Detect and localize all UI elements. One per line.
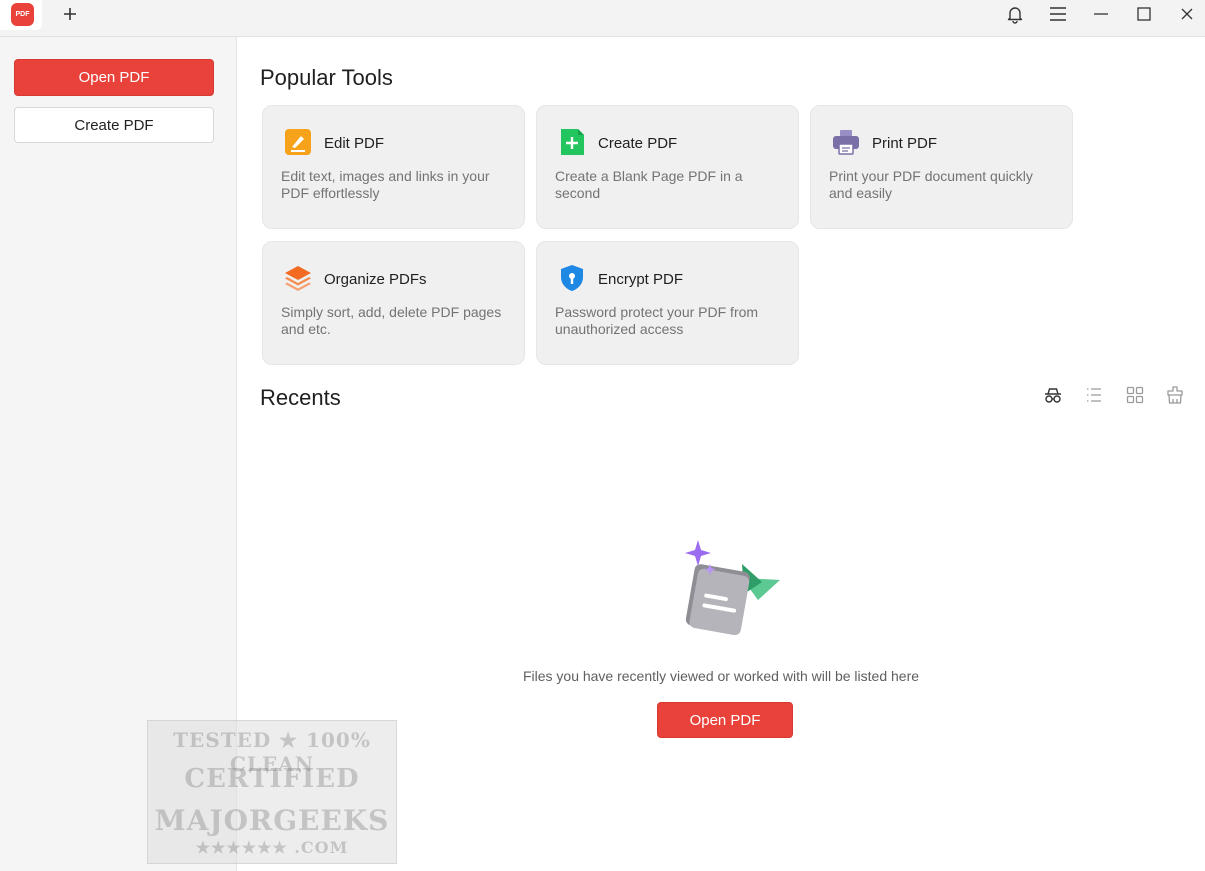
tool-title: Print PDF [872,135,938,152]
tool-card-print-pdf[interactable]: Print PDF Print your PDF document quickl… [810,105,1073,229]
create-icon [561,129,584,155]
tool-description: Password protect your PDF from unauthori… [555,304,759,337]
create-pdf-button[interactable]: Create PDF [14,107,214,143]
open-pdf-button[interactable]: Open PDF [14,59,214,96]
tool-description: Print your PDF document quickly and easi… [829,168,1033,201]
tool-description: Create a Blank Page PDF in a second [555,168,743,201]
maximize-button[interactable] [1129,2,1159,26]
close-icon [1181,8,1193,20]
plus-icon [64,8,76,20]
tool-title: Edit PDF [324,135,385,152]
recents-title: Recents [260,385,341,410]
incognito-icon[interactable] [1043,385,1063,405]
title-bar: PDF [0,0,1205,37]
menu-icon [1050,7,1066,21]
tool-title: Organize PDFs [324,271,427,288]
empty-recents-illustration [685,540,780,636]
tool-description: Edit text, images and links in your PDF … [281,168,490,201]
printer-icon [833,130,859,155]
tool-card-encrypt-pdf[interactable]: Encrypt PDF Password protect your PDF fr… [536,241,799,365]
tool-card-organize-pdfs[interactable]: Organize PDFs Simply sort, add, delete P… [262,241,525,365]
watermark-line: MAJORGEEKS [154,804,390,837]
grid-view-icon[interactable] [1125,385,1145,405]
recents-open-pdf-button[interactable]: Open PDF [657,702,793,738]
clear-icon[interactable] [1165,385,1185,405]
menu-button[interactable] [1043,2,1073,26]
new-tab-button[interactable] [58,3,82,25]
close-button[interactable] [1172,2,1202,26]
edit-icon [285,129,311,155]
notifications-button[interactable] [1000,2,1030,26]
tool-title: Create PDF [598,135,678,152]
minimize-button[interactable] [1086,2,1116,26]
watermark-line: ★★★★★★ .COM [195,838,349,857]
tool-title: Encrypt PDF [598,271,684,288]
maximize-icon [1137,7,1151,21]
app-logo-text: PDF [15,11,30,18]
app-logo-icon: PDF [11,3,34,26]
empty-recents-text: Files you have recently viewed or worked… [522,668,920,684]
watermark-line: CERTIFIED [184,764,360,794]
shield-icon [561,265,583,291]
watermark: TESTED ★ 100% CLEAN CERTIFIED MAJORGEEKS… [147,720,397,864]
list-view-icon[interactable] [1084,385,1104,405]
tool-card-create-pdf[interactable]: Create PDF Create a Blank Page PDF in a … [536,105,799,229]
app-tab[interactable]: PDF [0,0,42,30]
tool-card-edit-pdf[interactable]: Edit PDF Edit text, images and links in … [262,105,525,229]
popular-tools-title: Popular Tools [260,65,393,90]
tool-description: Simply sort, add, delete PDF pages and e… [281,304,502,337]
bell-icon [1007,7,1023,24]
layers-icon [285,266,311,291]
minimize-icon [1094,13,1108,15]
